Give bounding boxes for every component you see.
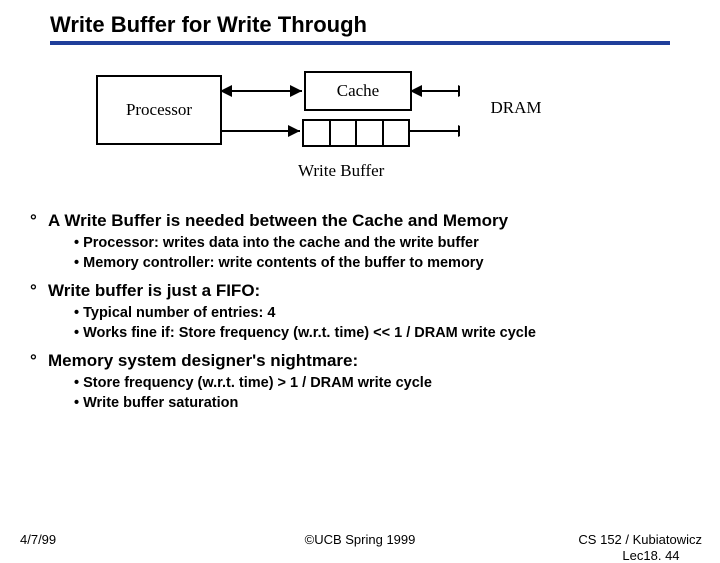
sub-bullet: Write buffer saturation [74, 395, 690, 411]
wb-cell [357, 121, 384, 145]
write-buffer-label: Write Buffer [298, 161, 384, 181]
dram-box: DRAM [460, 75, 572, 141]
processor-box: Processor [96, 75, 222, 145]
sub-bullet: Store frequency (w.r.t. time) > 1 / DRAM… [74, 375, 690, 391]
sub-bullet: Processor: writes data into the cache an… [74, 235, 690, 251]
diagram-area: Processor Cache DRAM Write Buffer [0, 65, 720, 205]
sub-bullet: Works fine if: Store frequency (w.r.t. t… [74, 325, 690, 341]
bullet-head: °Write buffer is just a FIFO: [30, 281, 690, 301]
footer-course: CS 152 / Kubiatowicz Lec18. 44 [578, 532, 702, 563]
wb-cell [384, 121, 409, 145]
write-buffer-box [302, 119, 410, 147]
sub-bullet: Typical number of entries: 4 [74, 305, 690, 321]
cache-box: Cache [304, 71, 412, 111]
bullet-head: °Memory system designer's nightmare: [30, 351, 690, 371]
wb-cell [331, 121, 358, 145]
bullet-head: °A Write Buffer is needed between the Ca… [30, 211, 690, 231]
sub-bullet: Memory controller: write contents of the… [74, 255, 690, 271]
wb-cell [304, 121, 331, 145]
slide-title: Write Buffer for Write Through [50, 12, 670, 45]
content-area: °A Write Buffer is needed between the Ca… [0, 211, 720, 411]
